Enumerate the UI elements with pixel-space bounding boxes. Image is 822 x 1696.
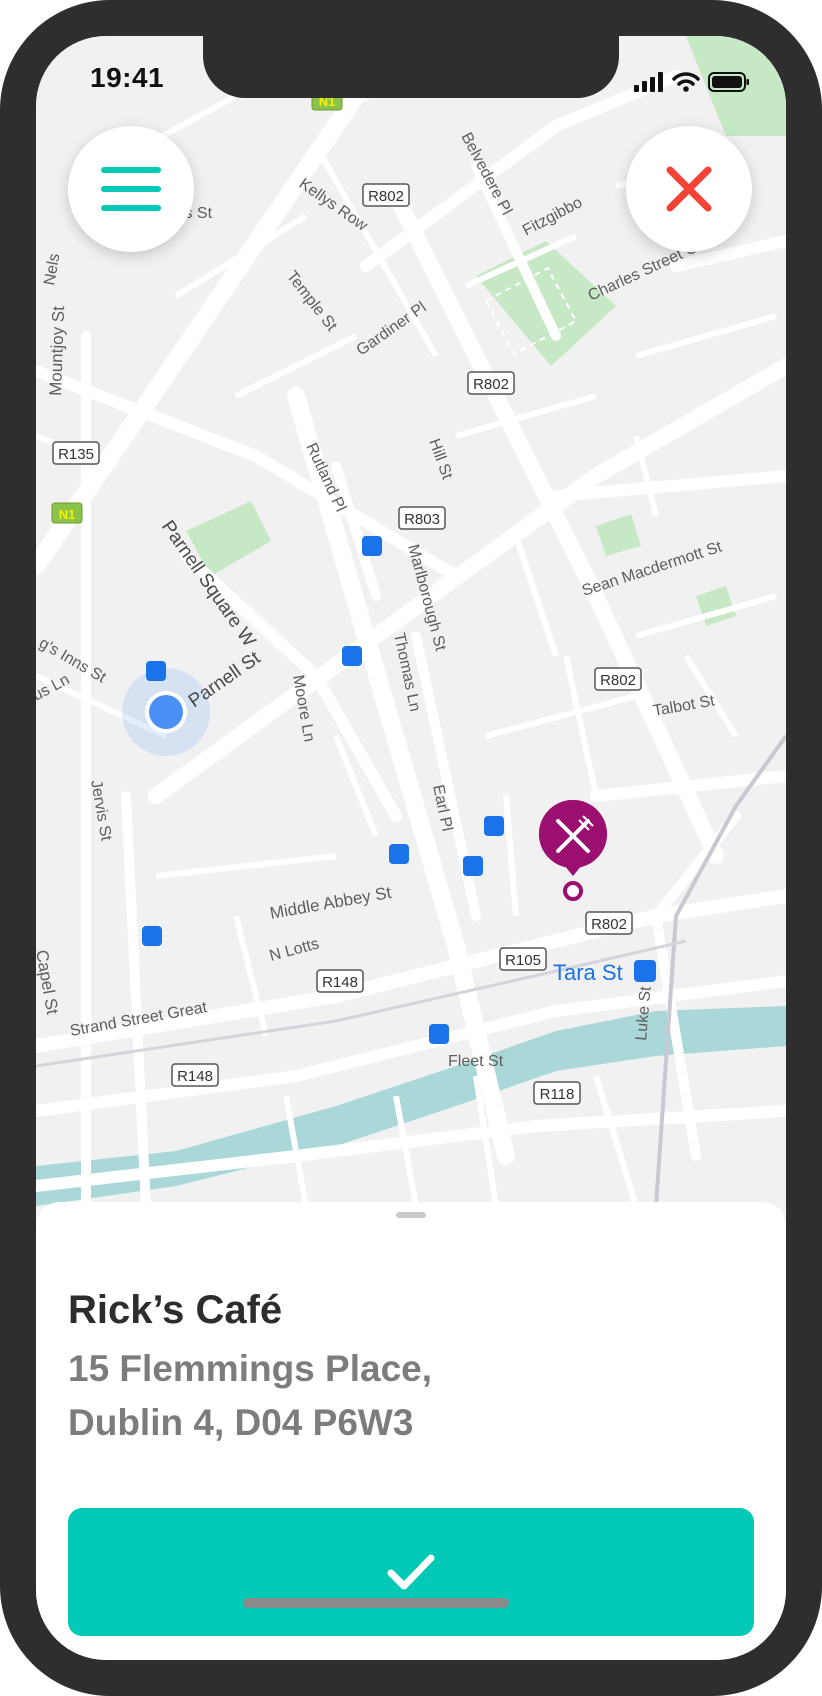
road-label: R135 [58, 446, 94, 463]
road-shield: R802 [467, 371, 515, 395]
place-name: Rick’s Café [68, 1288, 283, 1332]
road-shield: R105 [499, 947, 547, 971]
place-address: 15 Flemmings Place, Dublin 4, D04 P6W3 [68, 1342, 668, 1450]
status-time: 19:41 [90, 62, 165, 93]
place-label: Tara St [553, 960, 623, 985]
road-label: R148 [322, 974, 358, 991]
road-shield: R802 [594, 667, 642, 691]
phone-frame: R802 R802 R135 R803 R802 R802 R105 R148 … [0, 0, 822, 1696]
road-shield: R802 [362, 183, 410, 207]
road-label: R802 [368, 188, 404, 205]
sheet-drag-handle[interactable] [396, 1212, 426, 1218]
wifi-icon [672, 72, 700, 92]
checkmark-icon [387, 1554, 435, 1590]
hamburger-menu-icon [101, 167, 161, 211]
close-button[interactable] [626, 126, 752, 252]
road-label: R802 [591, 916, 627, 933]
road-label: R803 [404, 511, 440, 528]
road-label: R118 [540, 1086, 575, 1103]
address-line-1: 15 Flemmings Place, [68, 1348, 433, 1389]
confirm-button[interactable] [68, 1508, 754, 1636]
road-shield: R803 [398, 506, 446, 530]
current-location-dot-inner [149, 695, 183, 729]
road-label: R802 [600, 672, 636, 689]
road-shield: R148 [316, 969, 364, 993]
device-notch [203, 36, 619, 98]
road-label: N1 [59, 507, 76, 522]
road-shield: R135 [52, 441, 100, 465]
phone-screen: R802 R802 R135 R803 R802 R802 R105 R148 … [36, 36, 786, 1660]
battery-icon [708, 72, 749, 92]
road-shield: R118 [533, 1081, 581, 1105]
street-label: Fleet St [448, 1053, 504, 1070]
menu-button[interactable] [68, 126, 194, 252]
home-indicator[interactable] [243, 1598, 509, 1608]
road-label: R148 [177, 1068, 213, 1085]
status-icons [634, 70, 750, 94]
signal-icon [634, 72, 663, 92]
place-details-sheet: Rick’s Café 15 Flemmings Place, Dublin 4… [36, 1202, 786, 1660]
close-x-icon [666, 166, 712, 212]
road-shield-n1: N1 [51, 502, 83, 524]
road-label: R802 [473, 376, 509, 393]
road-shield: R802 [585, 911, 633, 935]
road-shield: R148 [171, 1063, 219, 1087]
address-line-2: Dublin 4, D04 P6W3 [68, 1402, 414, 1443]
road-label: R105 [505, 952, 541, 969]
street-label: Mountjoy St [46, 305, 68, 396]
